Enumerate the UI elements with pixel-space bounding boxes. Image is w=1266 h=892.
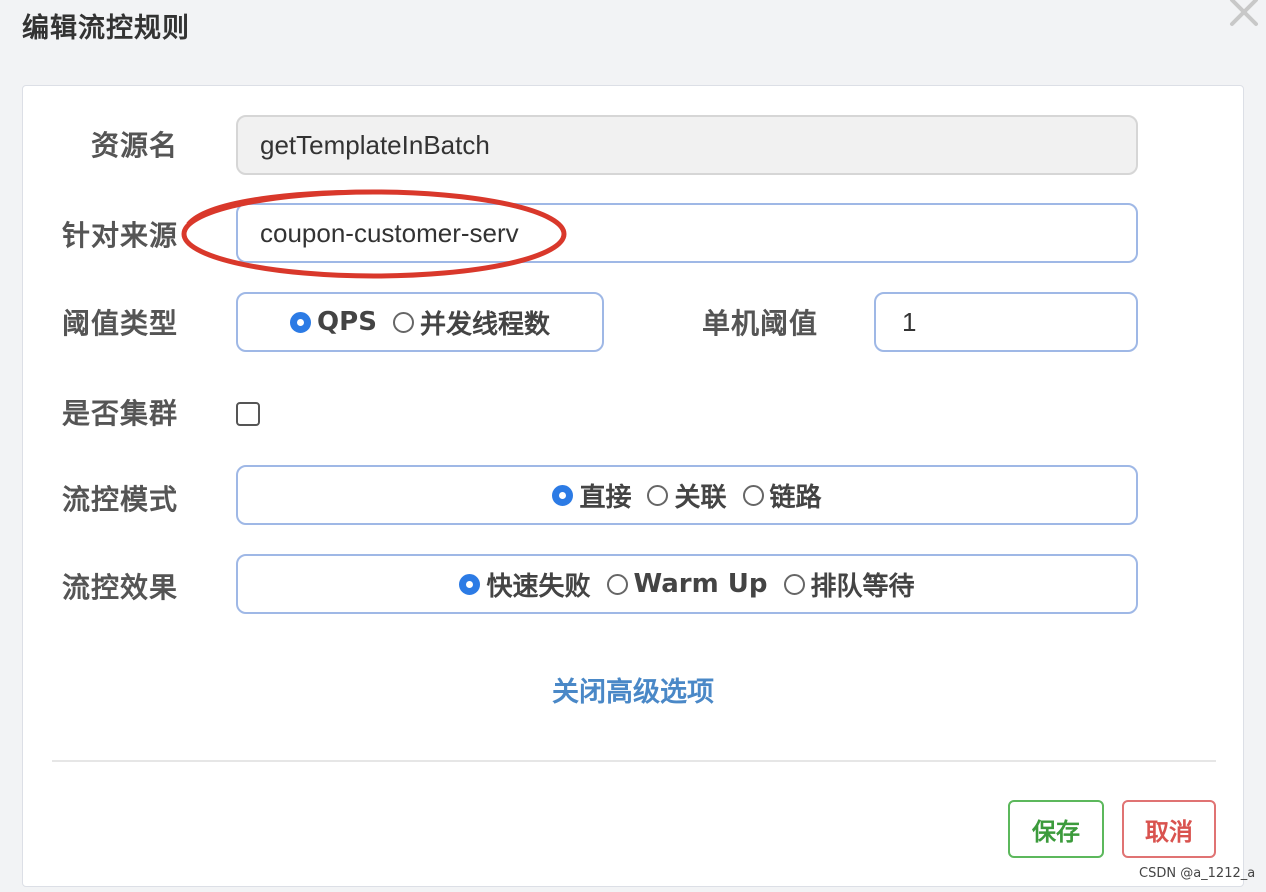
radio-fail-fast[interactable]: 快速失败 — [459, 566, 591, 603]
save-button[interactable]: 保存 — [1008, 800, 1104, 858]
flow-mode-label: 流控模式 — [62, 483, 179, 516]
cluster-label: 是否集群 — [62, 397, 179, 430]
flow-effect-radio-group: 快速失败 Warm Up 排队等待 — [236, 554, 1138, 614]
watermark: CSDN @a_1212_a — [1139, 866, 1256, 881]
dialog-title: 编辑流控规则 — [22, 13, 190, 44]
radio-queue-indicator — [783, 573, 805, 595]
cancel-button[interactable]: 取消 — [1122, 800, 1216, 858]
single-threshold-input[interactable] — [874, 292, 1138, 352]
footer-divider — [52, 760, 1216, 762]
radio-direct-indicator — [552, 484, 574, 506]
close-icon — [1230, 0, 1258, 26]
source-label: 针对来源 — [62, 219, 179, 252]
radio-direct[interactable]: 直接 — [552, 477, 631, 514]
radio-associated-label: 关联 — [674, 482, 727, 513]
radio-warm-up-indicator — [606, 573, 628, 595]
radio-chain[interactable]: 链路 — [742, 477, 822, 514]
radio-fail-fast-indicator — [459, 573, 481, 595]
threshold-type-label: 阈值类型 — [62, 307, 179, 340]
flow-effect-label: 流控效果 — [62, 571, 179, 604]
radio-chain-indicator — [742, 484, 764, 506]
radio-associated[interactable]: 关联 — [647, 477, 727, 514]
radio-thread-count[interactable]: 并发线程数 — [392, 304, 550, 341]
source-input[interactable] — [236, 203, 1138, 263]
resource-name-input[interactable] — [236, 115, 1138, 175]
resource-name-label: 资源名 — [90, 129, 178, 162]
radio-direct-label: 直接 — [579, 482, 632, 513]
cluster-checkbox[interactable] — [236, 402, 260, 426]
radio-fail-fast-label: 快速失败 — [486, 571, 591, 602]
radio-warm-up-label: Warm Up — [633, 569, 768, 599]
radio-queue[interactable]: 排队等待 — [783, 566, 915, 603]
radio-thread-count-label: 并发线程数 — [419, 309, 550, 340]
dialog-header: 编辑流控规则 — [0, 0, 1266, 80]
radio-thread-count-indicator — [392, 311, 414, 333]
radio-qps-label: QPS — [317, 307, 377, 337]
single-threshold-label: 单机阈值 — [701, 307, 818, 340]
radio-qps[interactable]: QPS — [290, 307, 377, 337]
threshold-type-radio-group: QPS 并发线程数 — [236, 292, 604, 352]
radio-qps-indicator — [290, 311, 312, 333]
radio-queue-label: 排队等待 — [810, 571, 915, 602]
radio-chain-label: 链路 — [769, 482, 822, 513]
flow-mode-radio-group: 直接 关联 链路 — [236, 465, 1138, 525]
radio-warm-up[interactable]: Warm Up — [606, 569, 768, 599]
radio-associated-indicator — [647, 484, 669, 506]
close-button[interactable] — [1224, 0, 1264, 32]
close-advanced-options-link[interactable]: 关闭高级选项 — [0, 670, 1266, 709]
